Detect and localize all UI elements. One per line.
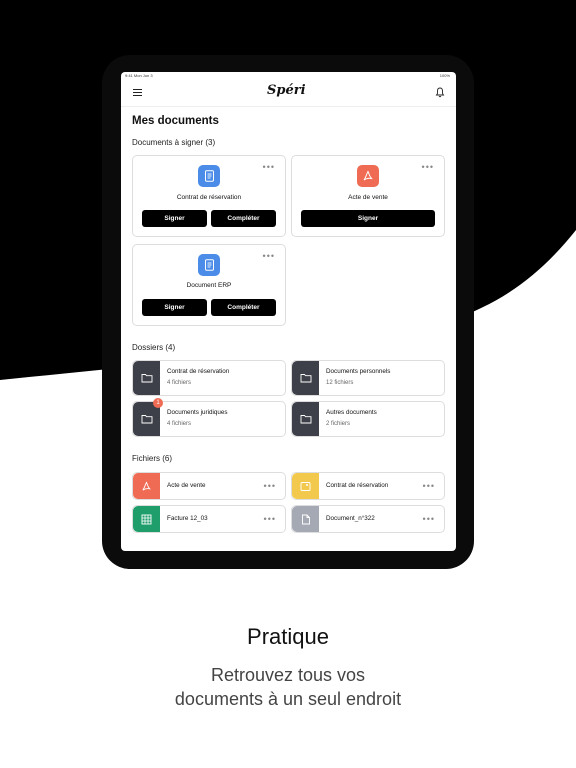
pdf-icon [357,165,379,187]
more-options-icon[interactable]: ••• [423,515,435,524]
status-time: 9:41 Mon Jun 3 [125,73,153,78]
file-name: Contrat de réservation [326,482,389,489]
folders-section-title: Dossiers (4) [132,343,176,352]
folder-count: 2 fichiers [326,421,351,427]
folder-icon [292,361,319,395]
spreadsheet-icon [133,506,160,532]
notification-badge: 1 [153,398,163,408]
folder-item[interactable]: Autres documents 2 fichiers [291,401,445,437]
sign-button[interactable]: Signer [301,210,435,227]
folder-name: Documents personnels [326,368,391,375]
file-item[interactable]: Facture 12_03 ••• [132,505,286,533]
document-icon [198,165,220,187]
more-options-icon[interactable]: ••• [263,163,275,172]
card-name: Acte de vente [348,194,388,201]
file-icon [292,506,319,532]
complete-button[interactable]: Compléter [211,210,276,227]
file-item[interactable]: Contrat de réservation ••• [291,472,445,500]
file-name: Facture 12_03 [167,515,208,522]
file-item[interactable]: Acte de vente ••• [132,472,286,500]
folder-name: Contrat de réservation [167,368,230,375]
folder-count: 12 fichiers [326,380,354,386]
image-file-icon [292,473,319,499]
sign-card-acte: ••• Acte de vente Signer [291,155,445,237]
sign-section-title: Documents à signer (3) [132,138,216,147]
bell-icon[interactable] [435,87,445,98]
marketing-line-2: documents à un seul endroit [174,689,402,709]
app-screen: 9:41 Mon Jun 3 100% Spéri Mes documents … [121,72,456,551]
folder-count: 4 fichiers [167,421,192,427]
marketing-line-1: Retrouvez tous vos [210,665,366,685]
more-options-icon[interactable]: ••• [264,482,276,491]
folder-name: Autres documents [326,409,377,416]
card-name: Document ERP [186,282,232,289]
sign-card-erp: ••• Document ERP Signer Compléter [132,244,286,326]
files-section-title: Fichiers (6) [132,454,173,463]
marketing-headline: Pratique [247,624,329,649]
folder-item[interactable]: 1 Documents juridiques 4 fichiers [132,398,286,437]
sign-button[interactable]: Signer [142,210,207,227]
file-item[interactable]: Document_n°322 ••• [291,505,445,533]
more-options-icon[interactable]: ••• [423,482,435,491]
sign-card-contrat: ••• Contrat de réservation Signer Complé… [132,155,286,237]
folder-icon [292,402,319,436]
status-battery: 100% [439,73,450,78]
card-name: Contrat de réservation [176,194,242,201]
menu-icon[interactable] [133,89,142,96]
pdf-icon [133,473,160,499]
folder-item[interactable]: Contrat de réservation 4 fichiers [132,360,286,396]
more-options-icon[interactable]: ••• [264,515,276,524]
app-logo: Spéri [267,83,306,98]
nav-bar: Spéri [121,80,456,107]
page-title: Mes documents [132,115,219,127]
sign-button[interactable]: Signer [142,299,207,316]
more-options-icon[interactable]: ••• [422,163,434,172]
status-bar: 9:41 Mon Jun 3 100% [121,72,456,80]
complete-button[interactable]: Compléter [211,299,276,316]
document-icon [198,254,220,276]
file-name: Document_n°322 [326,515,375,522]
file-name: Acte de vente [167,482,206,489]
folder-name: Documents juridiques [167,409,228,416]
folder-item[interactable]: Documents personnels 12 fichiers [291,360,445,396]
folder-count: 4 fichiers [167,380,192,386]
folder-icon [133,361,160,395]
more-options-icon[interactable]: ••• [263,252,275,261]
